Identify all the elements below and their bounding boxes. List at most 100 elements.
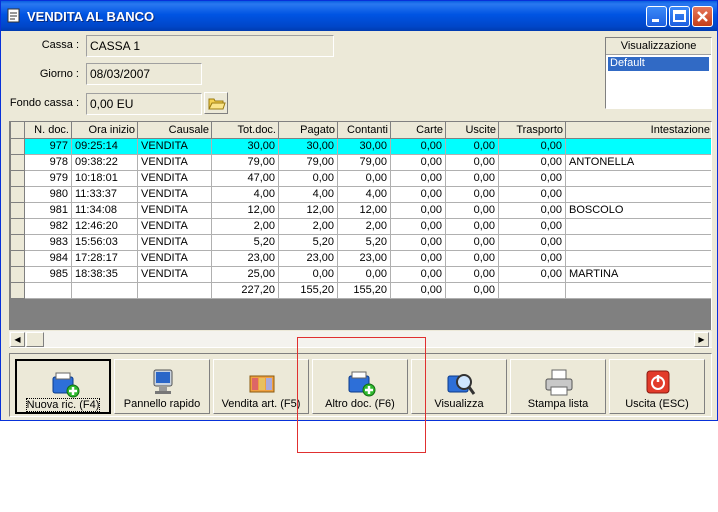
grid-cell[interactable]: 5,20 <box>337 233 391 251</box>
grid-cell[interactable]: 30,00 <box>211 137 279 155</box>
giorno-field[interactable]: 08/03/2007 <box>86 63 202 85</box>
documents-grid[interactable]: N. doc. Ora inizio Causale Tot.doc. Paga… <box>9 121 712 348</box>
table-row[interactable]: 978 09:38:22 VENDITA 79,00 79,00 79,00 0,00 0,0… <box>10 153 711 171</box>
grid-cell[interactable] <box>565 217 711 235</box>
grid-cell[interactable]: 23,00 <box>211 249 279 267</box>
grid-cell[interactable]: 0,00 <box>445 217 499 235</box>
col-header[interactable]: Carte <box>390 122 446 139</box>
grid-cell[interactable]: 0,00 <box>498 265 566 283</box>
view-list-item[interactable]: Default <box>608 57 709 71</box>
grid-cell[interactable] <box>565 249 711 267</box>
grid-cell[interactable]: 12,00 <box>278 201 338 219</box>
grid-cell[interactable] <box>565 185 711 203</box>
grid-cell[interactable]: 978 <box>24 153 72 171</box>
row-indicator[interactable] <box>10 137 25 155</box>
scroll-left-icon[interactable]: ◀ <box>10 332 25 347</box>
grid-cell[interactable]: VENDITA <box>137 137 212 155</box>
grid-cell[interactable]: 0,00 <box>498 217 566 235</box>
grid-cell[interactable] <box>498 281 566 299</box>
grid-cell[interactable]: 0,00 <box>445 169 499 187</box>
table-row[interactable]: 982 12:46:20 VENDITA 2,00 2,00 2,00 0,00 0,00 0,… <box>10 217 711 235</box>
open-folder-button[interactable] <box>204 92 228 114</box>
grid-cell[interactable]: 2,00 <box>278 217 338 235</box>
table-row[interactable]: 981 11:34:08 VENDITA 12,00 12,00 12,00 0,00 0,0… <box>10 201 711 219</box>
grid-cell[interactable]: 0,00 <box>445 249 499 267</box>
scroll-right-icon[interactable]: ▶ <box>694 332 709 347</box>
grid-cell[interactable]: 10:18:01 <box>71 169 138 187</box>
grid-cell[interactable]: 11:33:37 <box>71 185 138 203</box>
grid-cell[interactable]: 5,20 <box>211 233 279 251</box>
quick-panel-button[interactable]: Pannello rapido <box>114 359 210 414</box>
grid-cell[interactable]: 0,00 <box>390 169 446 187</box>
grid-cell[interactable]: 155,20 <box>278 281 338 299</box>
row-indicator[interactable] <box>10 201 25 219</box>
row-indicator[interactable] <box>10 281 25 299</box>
grid-cell[interactable]: 0,00 <box>337 265 391 283</box>
row-indicator[interactable] <box>10 265 25 283</box>
grid-cell[interactable] <box>137 281 212 299</box>
grid-cell[interactable]: 15:56:03 <box>71 233 138 251</box>
row-indicator[interactable] <box>10 249 25 267</box>
sell-items-button[interactable]: Vendita art. (F5) <box>213 359 309 414</box>
grid-cell[interactable]: 0,00 <box>445 233 499 251</box>
grid-cell[interactable]: 980 <box>24 185 72 203</box>
grid-cell[interactable]: VENDITA <box>137 153 212 171</box>
totals-row[interactable]: 227,20 155,20 155,20 0,00 0,00 <box>10 281 711 299</box>
grid-cell[interactable]: 983 <box>24 233 72 251</box>
table-row[interactable]: 985 18:38:35 VENDITA 25,00 0,00 0,00 0,00 0,00 0… <box>10 265 711 283</box>
new-receipt-button[interactable]: Nuova ric. (F4) <box>15 359 111 414</box>
col-header[interactable]: Trasporto <box>498 122 566 139</box>
grid-cell[interactable]: 982 <box>24 217 72 235</box>
col-header[interactable]: N. doc. <box>24 122 72 139</box>
col-header[interactable]: Intestazione <box>565 122 711 139</box>
grid-cell[interactable]: 12,00 <box>337 201 391 219</box>
grid-cell[interactable]: VENDITA <box>137 185 212 203</box>
grid-cell[interactable] <box>565 137 711 155</box>
grid-cell[interactable]: 47,00 <box>211 169 279 187</box>
grid-cell[interactable]: 23,00 <box>278 249 338 267</box>
grid-cell[interactable]: 0,00 <box>498 185 566 203</box>
grid-cell[interactable]: 0,00 <box>498 153 566 171</box>
grid-cell[interactable]: 12:46:20 <box>71 217 138 235</box>
grid-cell[interactable]: 0,00 <box>390 281 446 299</box>
table-row[interactable]: 977 09:25:14 VENDITA 30,00 30,00 30,00 0,00 0,0… <box>10 137 711 155</box>
grid-cell[interactable]: 18:38:35 <box>71 265 138 283</box>
grid-cell[interactable] <box>565 281 711 299</box>
grid-cell[interactable]: 23,00 <box>337 249 391 267</box>
grid-cell[interactable]: 0,00 <box>390 217 446 235</box>
table-row[interactable]: 983 15:56:03 VENDITA 5,20 5,20 5,20 0,00 0,00 0,… <box>10 233 711 251</box>
grid-cell[interactable]: 0,00 <box>498 169 566 187</box>
grid-cell[interactable] <box>24 281 72 299</box>
grid-cell[interactable]: 2,00 <box>211 217 279 235</box>
grid-cell[interactable]: 0,00 <box>390 249 446 267</box>
grid-cell[interactable]: 12,00 <box>211 201 279 219</box>
grid-cell[interactable]: 981 <box>24 201 72 219</box>
print-list-button[interactable]: Stampa lista <box>510 359 606 414</box>
grid-cell[interactable]: 0,00 <box>498 233 566 251</box>
exit-button[interactable]: Uscita (ESC) <box>609 359 705 414</box>
grid-cell[interactable]: VENDITA <box>137 265 212 283</box>
row-indicator[interactable] <box>10 217 25 235</box>
col-header[interactable]: Pagato <box>278 122 338 139</box>
grid-cell[interactable]: 30,00 <box>337 137 391 155</box>
grid-cell[interactable]: 79,00 <box>211 153 279 171</box>
grid-cell[interactable]: 979 <box>24 169 72 187</box>
col-header[interactable]: Causale <box>137 122 212 139</box>
minimize-button[interactable] <box>646 6 667 27</box>
view-list[interactable]: Visualizzazione Default <box>605 37 712 109</box>
grid-cell[interactable]: VENDITA <box>137 249 212 267</box>
grid-cell[interactable]: 0,00 <box>445 185 499 203</box>
grid-cell[interactable]: 977 <box>24 137 72 155</box>
grid-cell[interactable]: 155,20 <box>337 281 391 299</box>
grid-cell[interactable] <box>71 281 138 299</box>
grid-cell[interactable]: BOSCOLO <box>565 201 711 219</box>
grid-cell[interactable]: 0,00 <box>390 153 446 171</box>
cassa-field[interactable]: CASSA 1 <box>86 35 334 57</box>
grid-cell[interactable]: 0,00 <box>498 137 566 155</box>
grid-cell[interactable]: 2,00 <box>337 217 391 235</box>
grid-cell[interactable]: 0,00 <box>337 169 391 187</box>
col-header[interactable]: Contanti <box>337 122 391 139</box>
scroll-thumb[interactable] <box>26 332 44 347</box>
grid-cell[interactable]: 0,00 <box>498 249 566 267</box>
fondo-cassa-field[interactable]: 0,00 EU <box>86 93 202 115</box>
